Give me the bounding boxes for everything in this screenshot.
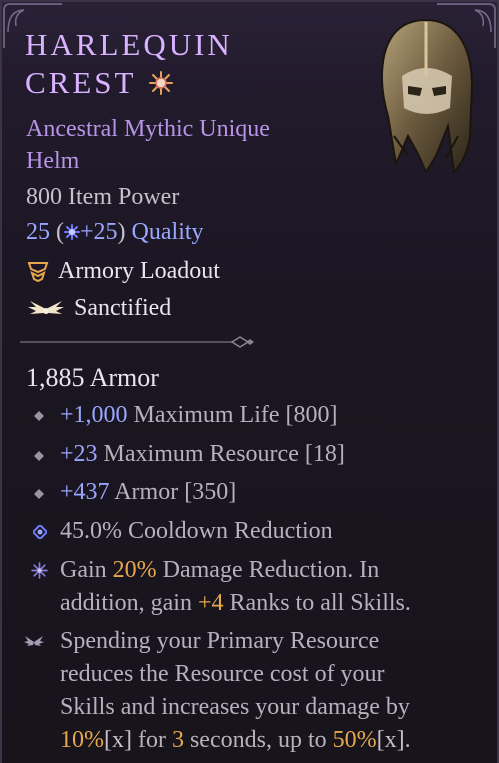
affix-text: Maximum Resource [18] <box>97 441 345 467</box>
multiplier-tag: [x] <box>376 727 405 753</box>
value: 20% <box>112 557 157 583</box>
affix-value: +437 <box>60 479 110 505</box>
affix-text: 45.0% Cooldown Reduction <box>60 518 333 544</box>
armory-loadout-label: Armory Loadout <box>58 258 220 284</box>
sanctified-affix-line2: addition, gain +4 Ranks to all Skills. <box>60 587 411 620</box>
quality-bonus: +25 <box>80 219 118 245</box>
text: Damage Reduction. In <box>156 557 380 583</box>
value: 3 <box>171 727 184 753</box>
affix-text: Maximum Life [800] <box>127 402 338 428</box>
section-divider <box>20 336 254 348</box>
mythic-star-icon <box>149 71 174 95</box>
affix-max-life: +1,000 Maximum Life [800] <box>60 399 338 432</box>
unique-power-line1: Spending your Primary Resource <box>60 628 380 654</box>
quality-open: ( <box>50 219 64 245</box>
sanctified-affix-line1: Gain 20% Damage Reduction. In <box>60 554 379 587</box>
sanctified-wings-icon <box>28 301 64 314</box>
item-name: HARLEQUIN CREST <box>25 26 233 102</box>
value: 50% <box>332 727 377 753</box>
affix-bullet-icon <box>34 411 44 421</box>
quality-close: ) <box>117 219 126 245</box>
quality-base: 25 <box>26 219 50 245</box>
item-rarity: Ancestral Mythic Unique <box>26 116 270 142</box>
unique-power-line2: reduces the Resource cost of your <box>60 661 385 687</box>
affix-cooldown-reduction: 45.0% Cooldown Reduction <box>60 515 333 548</box>
affix-bullet-icon <box>34 451 44 461</box>
value: +4 <box>197 590 224 616</box>
affix-max-resource: +23 Maximum Resource [18] <box>60 438 345 471</box>
multiplier-tag: [x] <box>104 727 132 753</box>
item-type: Helm <box>26 148 80 174</box>
text: seconds, up to <box>183 727 333 753</box>
sanctified-label: Sanctified <box>74 295 172 321</box>
sanctified-affix-icon <box>31 562 48 579</box>
unique-power-icon <box>24 636 44 646</box>
item-name-line2: CREST <box>25 65 137 100</box>
item-power: 800 Item Power <box>26 184 180 210</box>
quality-star-icon <box>64 224 80 240</box>
greater-affix-icon <box>33 525 47 539</box>
affix-bullet-icon <box>34 489 44 499</box>
quality-label: Quality <box>125 219 204 245</box>
affix-value: +23 <box>60 441 98 467</box>
affix-value: +1,000 <box>60 402 128 428</box>
text: addition, gain <box>60 590 198 616</box>
item-quality: 25 ( +25) Quality <box>26 216 204 248</box>
value: 10% <box>60 727 104 753</box>
affix-text: Armor [350] <box>109 479 237 505</box>
text: Ranks to all Skills. <box>223 590 411 616</box>
text: Gain <box>60 557 113 583</box>
affix-armor: +437 Armor [350] <box>60 476 236 509</box>
unique-power-line4: 10%[x] for 3 seconds, up to 50%[x]. <box>60 724 411 757</box>
helm-icon <box>380 18 474 175</box>
text: for <box>131 727 172 753</box>
text: . <box>404 727 411 753</box>
armor-value: 1,885 Armor <box>26 363 159 392</box>
item-tooltip: HARLEQUIN CREST Ancestral Mythic Unique … <box>0 0 499 763</box>
item-name-line1: HARLEQUIN <box>25 27 233 62</box>
unique-power-line3: Skills and increases your damage by <box>60 694 410 720</box>
armory-loadout-icon <box>27 262 49 282</box>
